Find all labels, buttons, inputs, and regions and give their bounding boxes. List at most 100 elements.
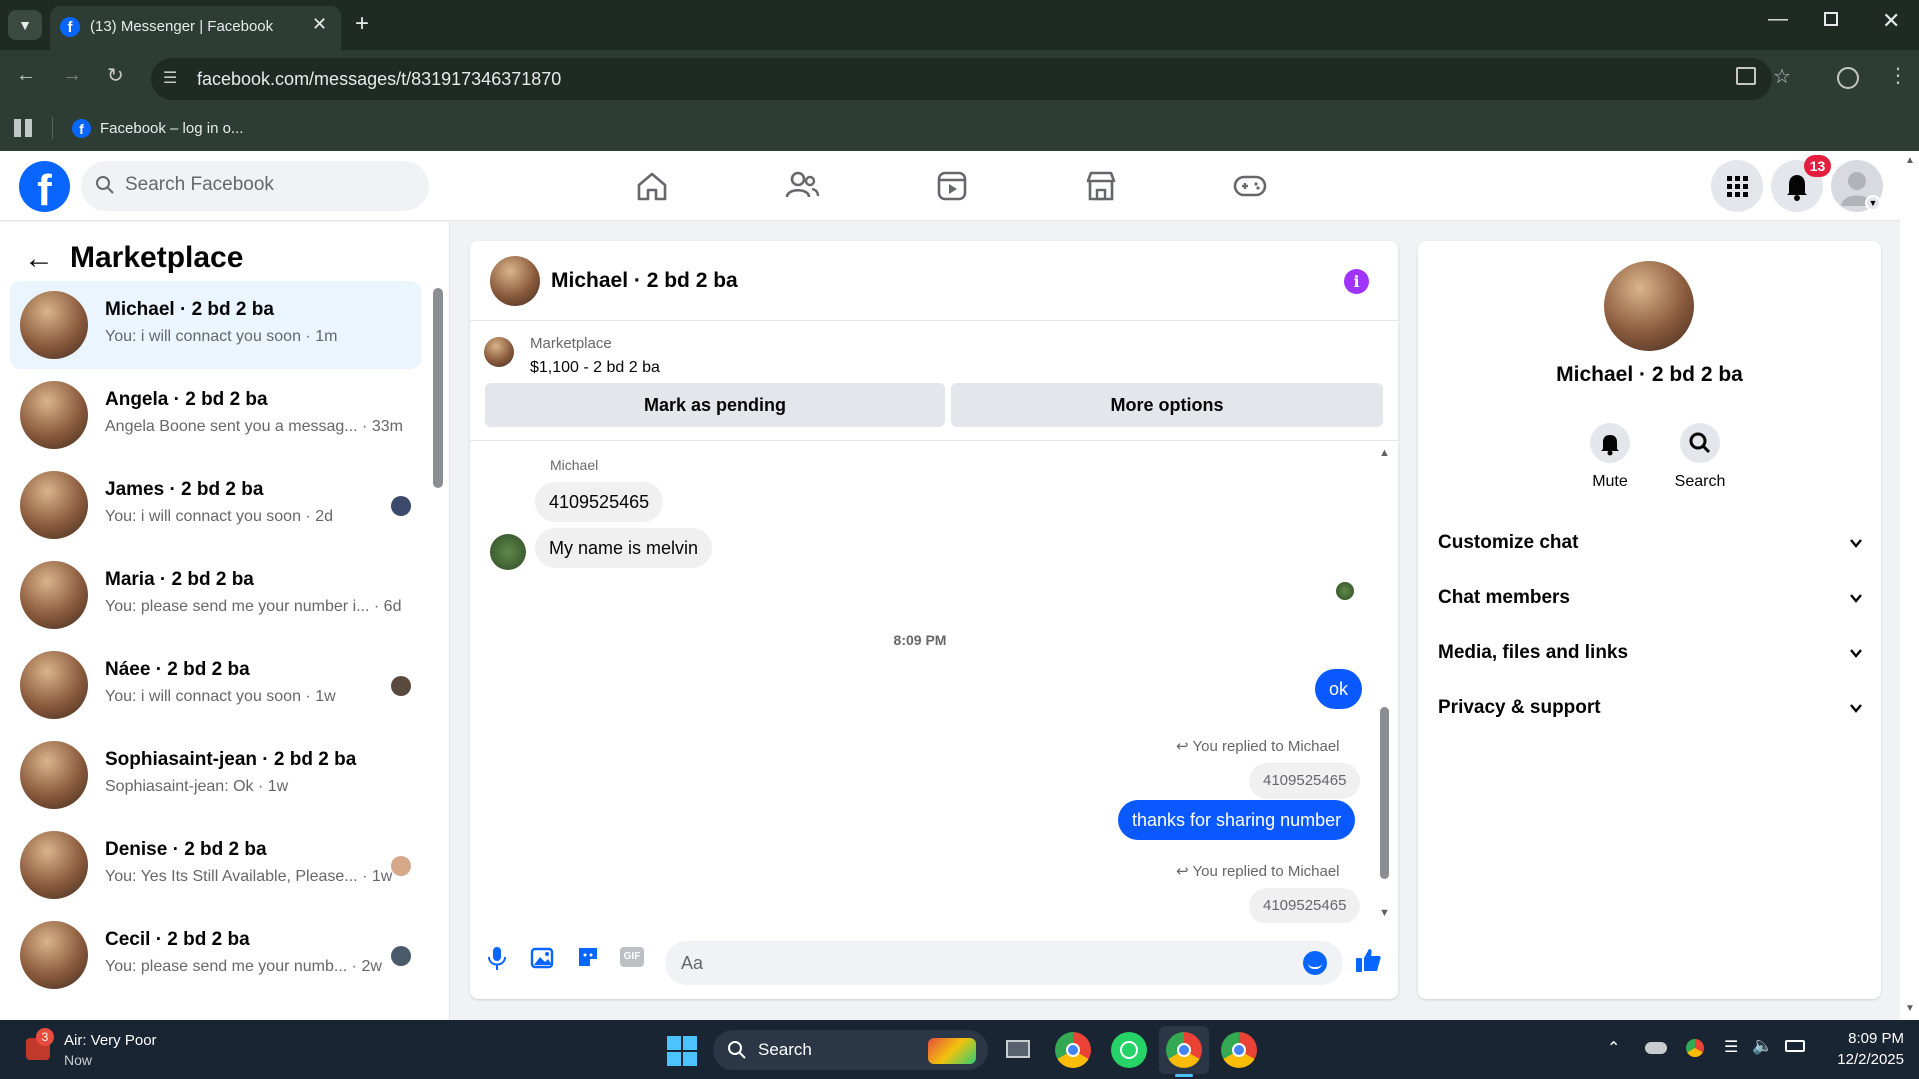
home-icon[interactable] [629, 163, 675, 209]
back-icon[interactable]: ← [16, 64, 36, 87]
menu-kebab-icon[interactable]: ⋮ [1888, 63, 1908, 88]
mark-pending-button[interactable]: Mark as pending [485, 383, 945, 427]
search-input[interactable]: Search Facebook [81, 161, 429, 211]
message-bubble-sent[interactable]: thanks for sharing number [1118, 800, 1356, 840]
gaming-icon[interactable] [1227, 163, 1273, 209]
chrome-tray-icon[interactable] [1686, 1039, 1704, 1057]
microphone-icon[interactable] [486, 945, 508, 971]
address-bar[interactable]: ☰ facebook.com/messages/t/83191734637187… [151, 58, 1772, 100]
apps-grid-icon[interactable] [14, 119, 32, 137]
install-app-icon[interactable] [1736, 67, 1756, 85]
marketplace-icon[interactable] [1078, 163, 1124, 209]
reply-note: ↩ You replied to Michael [1176, 862, 1340, 880]
conversation-item[interactable]: Denise · 2 bd 2 ba You: Yes Its Still Av… [10, 821, 421, 909]
account-chevron-icon[interactable]: ▼ [1865, 195, 1881, 211]
like-thumb-icon[interactable] [1354, 947, 1382, 973]
listing-thumbnail [20, 741, 88, 809]
bookmark-star-icon[interactable]: ☆ [1773, 64, 1791, 89]
message-bubble[interactable]: 4109525465 [535, 482, 664, 522]
tab-list-button[interactable]: ▼ [8, 10, 42, 40]
task-view-icon[interactable] [1000, 1032, 1036, 1068]
weather-badge: 3 [36, 1028, 54, 1046]
chat-scroll-up-icon[interactable]: ▲ [1379, 447, 1390, 459]
emoji-icon[interactable] [1303, 951, 1327, 975]
chat-avatar[interactable] [490, 256, 540, 306]
photo-icon[interactable] [530, 945, 556, 969]
new-tab-icon[interactable]: + [355, 10, 369, 38]
volume-icon[interactable]: 🔈 [1752, 1036, 1773, 1056]
mute-button[interactable]: Mute [1580, 423, 1640, 495]
facebook-logo-icon[interactable]: f [19, 161, 70, 215]
reload-icon[interactable]: ↻ [107, 63, 124, 88]
info-icon[interactable]: i [1344, 269, 1369, 294]
seen-avatar [391, 496, 411, 516]
conversation-title: Denise · 2 bd 2 ba [105, 839, 267, 860]
conversation-item[interactable]: Michael · 2 bd 2 ba You: i will connact … [10, 281, 421, 369]
chat-title[interactable]: Michael · 2 bd 2 ba [551, 269, 738, 293]
chrome-active-icon[interactable] [1166, 1032, 1202, 1068]
message-bubble[interactable]: My name is melvin [535, 528, 713, 568]
conversation-item[interactable]: Maria · 2 bd 2 ba You: please send me yo… [10, 551, 421, 639]
menu-grid-button[interactable] [1711, 160, 1763, 212]
media-files-links-section[interactable]: Media, files and links [1438, 642, 1863, 672]
chrome-profile-icon[interactable] [1221, 1032, 1257, 1068]
details-name: Michael · 2 bd 2 ba [1556, 363, 1743, 386]
sender-name: Michael [550, 457, 599, 473]
privacy-support-section[interactable]: Privacy & support [1438, 697, 1863, 727]
message-input-placeholder: Aa [681, 953, 704, 973]
page-scrollbar[interactable]: ▲ ▼ [1900, 151, 1919, 1020]
minimize-icon[interactable]: — [1768, 8, 1788, 31]
clock-date[interactable]: 12/2/2025 [1822, 1051, 1904, 1068]
facebook-header: f Search Facebook 13 ▼ [0, 151, 1900, 221]
conversation-item[interactable]: Angela · 2 bd 2 ba Angela Boone sent you… [10, 371, 421, 459]
conversation-item[interactable]: Náee · 2 bd 2 ba You: i will connact you… [10, 641, 421, 729]
taskbar-search[interactable]: Search [713, 1030, 988, 1070]
search-conversation-button[interactable]: Search [1670, 423, 1730, 495]
close-window-icon[interactable]: ✕ [1882, 8, 1900, 34]
profile-icon[interactable] [1837, 67, 1859, 89]
reply-arrow-icon: ↩ [1176, 738, 1193, 755]
conversation-item[interactable]: James · 2 bd 2 ba You: i will connact yo… [10, 461, 421, 549]
forward-icon[interactable]: → [62, 64, 82, 87]
start-windows-icon[interactable] [667, 1036, 697, 1066]
gif-icon[interactable]: GIF [620, 947, 644, 967]
whatsapp-icon[interactable] [1111, 1032, 1147, 1068]
restore-icon[interactable] [1824, 12, 1838, 26]
browser-tab-messenger[interactable]: f (13) Messenger | Facebook ✕ [50, 6, 341, 50]
chat-scrollbar[interactable] [1380, 707, 1389, 879]
friends-icon[interactable] [779, 163, 825, 209]
quoted-message[interactable]: 4109525465 [1249, 888, 1361, 923]
chat-members-section[interactable]: Chat members [1438, 587, 1863, 617]
listing-price[interactable]: $1,100 - 2 bd 2 ba [530, 359, 660, 377]
scroll-up-arrow-icon[interactable]: ▲ [1905, 155, 1915, 166]
tab-title: (13) Messenger | Facebook [90, 18, 274, 35]
onedrive-icon[interactable] [1645, 1042, 1667, 1054]
listing-label: Marketplace [530, 335, 612, 352]
weather-widget[interactable]: 3 Air: Very Poor Now [20, 1028, 180, 1072]
list-scrollbar[interactable] [433, 288, 443, 488]
back-arrow-icon[interactable]: ← [24, 242, 54, 276]
conversation-item[interactable]: Cecil · 2 bd 2 ba You: please send me yo… [10, 911, 421, 999]
weather-sub: Now [64, 1052, 93, 1068]
video-icon[interactable] [929, 163, 975, 209]
battery-icon[interactable] [1785, 1040, 1805, 1052]
details-avatar[interactable] [1604, 261, 1694, 351]
clock-time[interactable]: 8:09 PM [1822, 1030, 1904, 1047]
scroll-down-arrow-icon[interactable]: ▼ [1905, 1003, 1915, 1014]
customize-chat-section[interactable]: Customize chat [1438, 532, 1863, 562]
search-icon [96, 176, 114, 194]
quoted-message[interactable]: 4109525465 [1249, 763, 1361, 799]
message-bubble-sent[interactable]: ok [1315, 669, 1363, 709]
conversation-item[interactable]: Sophiasaint-jean · 2 bd 2 ba Sophiasaint… [10, 731, 421, 819]
close-tab-icon[interactable]: ✕ [312, 14, 327, 35]
search-placeholder: Search Facebook [125, 174, 274, 195]
chrome-profile-r-icon[interactable] [1055, 1032, 1091, 1068]
tray-overflow-icon[interactable]: ⌃ [1607, 1038, 1620, 1058]
site-info-icon[interactable]: ☰ [163, 68, 177, 88]
message-input[interactable]: Aa [665, 941, 1343, 985]
more-options-button[interactable]: More options [951, 383, 1383, 427]
chat-scroll-down-icon[interactable]: ▼ [1379, 907, 1390, 919]
sticker-icon[interactable] [576, 945, 600, 969]
wifi-icon[interactable]: ☰ [1724, 1037, 1738, 1057]
reply-arrow-icon: ↩ [1176, 863, 1193, 880]
